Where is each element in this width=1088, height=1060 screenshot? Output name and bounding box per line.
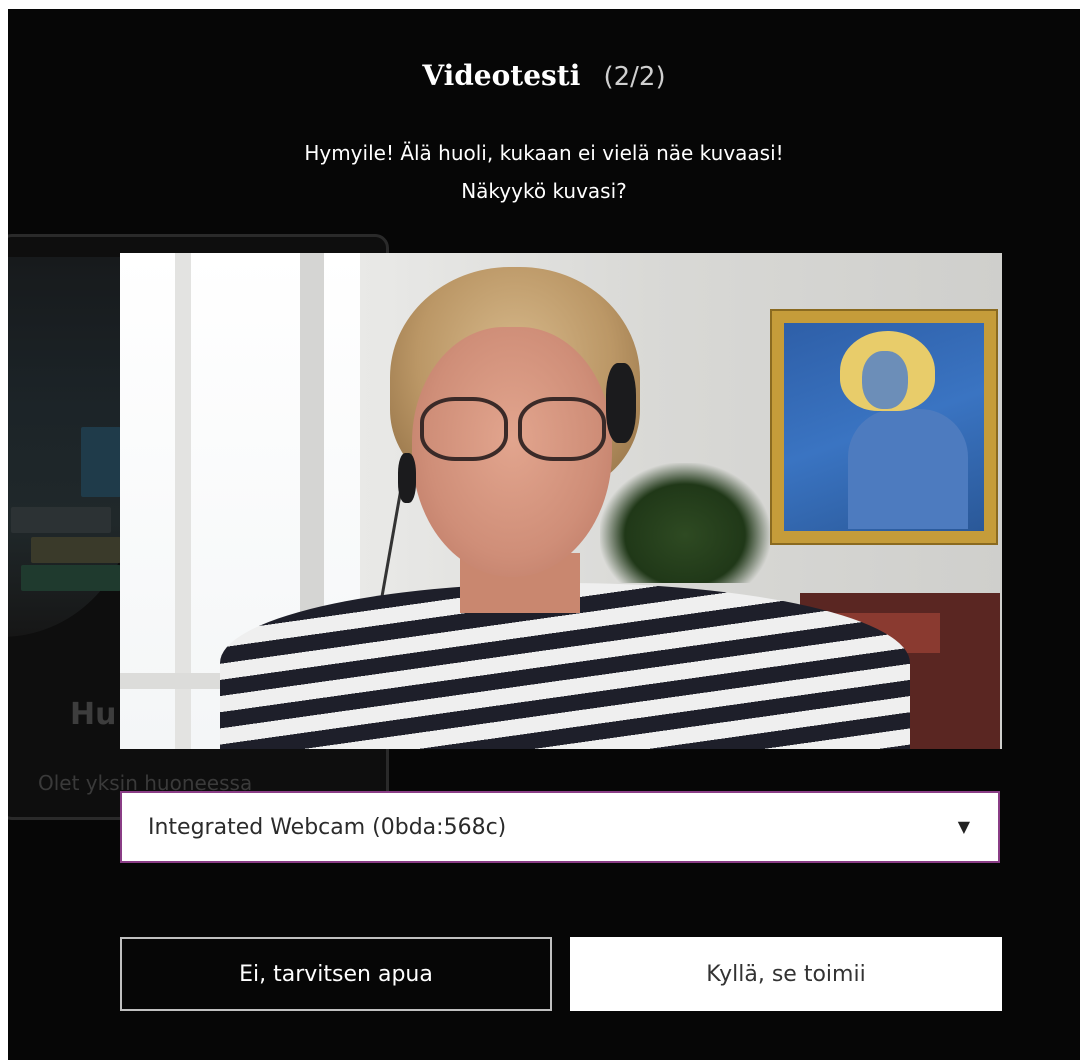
it-works-button[interactable]: Kyllä, se toimii [570,937,1002,1011]
dialog-message-line1: Hymyile! Älä huoli, kukaan ei vielä näe … [304,141,784,165]
book-illustration [11,507,111,533]
dialog-title: Videotesti [422,59,581,92]
background-room-title: Hu [70,697,117,732]
book-illustration [31,537,121,563]
video-person-glasses [420,397,508,461]
dialog-title-row: Videotesti (2/2) [8,59,1080,92]
dialog-message-line2: Näkyykö kuvasi? [461,179,627,203]
webcam-video-preview [120,253,1002,749]
dialog-step-counter: (2/2) [603,62,666,92]
book-illustration [81,427,121,497]
video-person-headset [606,363,636,443]
background-bookshelf-illustration [8,257,131,637]
video-test-dialog: Hu Olet yksin huoneessa Videotesti (2/2)… [8,9,1080,1060]
chevron-down-icon: ▼ [957,817,970,836]
camera-select[interactable]: Integrated Webcam (0bda:568c) ▼ [120,791,1000,863]
video-plant [600,463,770,583]
book-illustration [21,565,121,591]
video-painting [770,309,998,545]
camera-select-value: Integrated Webcam (0bda:568c) [148,815,507,840]
need-help-button[interactable]: Ei, tarvitsen apua [120,937,552,1011]
